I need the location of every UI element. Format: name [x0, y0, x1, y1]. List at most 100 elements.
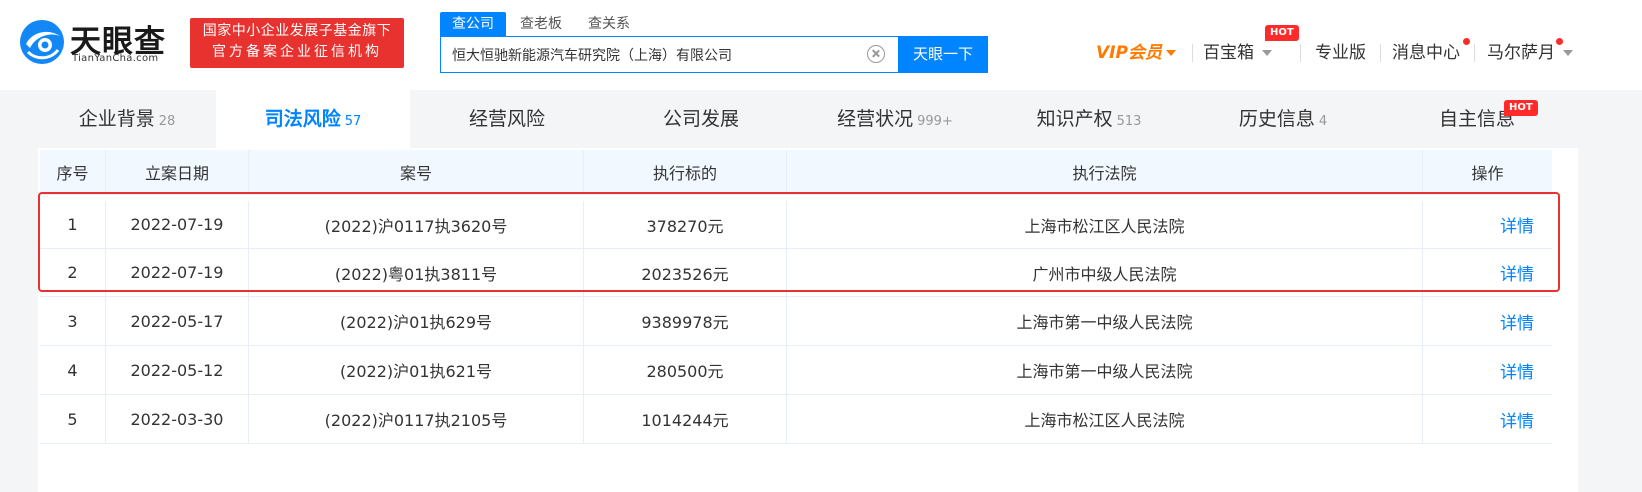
header-execution-amount: 执行标的	[584, 150, 787, 194]
clear-icon[interactable]	[867, 45, 885, 63]
tab-count: 513	[1116, 114, 1142, 129]
message-center-link[interactable]: 消息中心	[1392, 40, 1460, 66]
toolbox-menu[interactable]: 百宝箱	[1203, 40, 1272, 66]
search-tab-company[interactable]: 查公司	[440, 12, 506, 36]
search-box: 天眼一下	[440, 36, 988, 73]
logo-domain: TianYanCha.com	[72, 53, 159, 64]
hot-badge: HOT	[1265, 25, 1299, 41]
chevron-down-icon	[1165, 50, 1176, 56]
tab-judicial-risk[interactable]: 司法风险 57	[216, 90, 410, 148]
tab-count: 4	[1318, 114, 1328, 129]
cell-execution-amount: 2023526元	[584, 249, 787, 296]
cell-case-number: (2022)沪0117执3620号	[249, 201, 584, 248]
cell-executing-court: 上海市松江区人民法院	[787, 201, 1423, 248]
cell-case-number: (2022)沪0117执2105号	[249, 395, 584, 443]
nav-divider	[1192, 44, 1193, 62]
tab-label: 历史信息	[1238, 108, 1315, 130]
vip-label: VIP会员	[1096, 43, 1162, 63]
table-row: 3 2022-05-17 (2022)沪01执629号 9389978元 上海市…	[40, 297, 1552, 346]
cell-executing-court: 上海市第一中级人民法院	[787, 297, 1423, 345]
cell-filing-date: 2022-07-19	[106, 249, 249, 296]
tianyancha-eye-icon	[20, 20, 64, 64]
user-name: 马尔萨月	[1487, 43, 1555, 63]
slogan-line-2: 官方备案企业征信机构	[212, 44, 382, 60]
cell-index: 3	[40, 297, 106, 345]
cell-action: 详情	[1423, 297, 1552, 345]
nav-divider	[1380, 44, 1381, 62]
cell-filing-date: 2022-07-19	[106, 201, 249, 248]
logo[interactable]: 天眼查 TianYanCha.com	[18, 16, 178, 70]
cell-action: 详情	[1423, 346, 1552, 394]
nav-divider	[1474, 44, 1475, 62]
cell-filing-date: 2022-03-30	[106, 395, 249, 443]
tab-enterprise-background[interactable]: 企业背景 28	[38, 90, 216, 148]
nav-divider	[1300, 44, 1301, 62]
message-notification-dot	[1463, 38, 1470, 45]
cell-index: 5	[40, 395, 106, 443]
chevron-down-icon	[1262, 50, 1272, 56]
cell-execution-amount: 280500元	[584, 346, 787, 394]
tab-operation-risk[interactable]: 经营风险	[410, 90, 604, 148]
cell-case-number: (2022)沪01执629号	[249, 297, 584, 345]
top-header: 天眼查 TianYanCha.com 国家中小企业发展子基金旗下 官方备案企业征…	[0, 0, 1642, 90]
header-index: 序号	[40, 150, 106, 194]
tab-label: 公司发展	[662, 108, 739, 130]
table-row: 2 2022-07-19 (2022)粤01执3811号 2023526元 广州…	[40, 249, 1552, 297]
tab-intellectual-property[interactable]: 知识产权 513	[992, 90, 1186, 148]
table-header-row: 序号 立案日期 案号 执行标的 执行法院 操作	[40, 150, 1552, 195]
tab-self-info[interactable]: 自主信息	[1380, 90, 1574, 148]
cell-executing-court: 广州市中级人民法院	[787, 249, 1423, 296]
search-tab-boss[interactable]: 查老板	[508, 12, 574, 36]
cell-action: 详情	[1423, 249, 1552, 296]
cell-action: 详情	[1423, 201, 1552, 248]
cell-action: 详情	[1423, 395, 1552, 443]
tab-operation-status[interactable]: 经营状况 999+	[798, 90, 992, 148]
tab-label: 企业背景	[78, 108, 155, 130]
cell-filing-date: 2022-05-17	[106, 297, 249, 345]
tab-count: 999+	[917, 114, 953, 129]
chevron-down-icon	[1563, 50, 1573, 56]
cell-execution-amount: 1014244元	[584, 395, 787, 443]
detail-link[interactable]: 详情	[1500, 309, 1534, 334]
cell-case-number: (2022)沪01执621号	[249, 346, 584, 394]
vip-member-menu[interactable]: VIP会员	[1096, 40, 1176, 66]
table-row: 5 2022-03-30 (2022)沪0117执2105号 1014244元 …	[40, 395, 1552, 444]
user-notification-dot	[1556, 38, 1563, 45]
tab-history-info[interactable]: 历史信息 4	[1186, 90, 1380, 148]
main-card: 企业背景 28 司法风险 57 经营风险 公司发展 经营状况 999+ 知识产权 513…	[38, 90, 1578, 492]
cell-index: 4	[40, 346, 106, 394]
table-row: 4 2022-05-12 (2022)沪01执621号 280500元 上海市第…	[40, 346, 1552, 395]
cell-executing-court: 上海市松江区人民法院	[787, 395, 1423, 443]
cell-index: 1	[40, 201, 106, 248]
detail-link[interactable]: 详情	[1500, 358, 1534, 383]
detail-link[interactable]: 详情	[1500, 212, 1534, 237]
toolbox-label: 百宝箱	[1203, 43, 1254, 63]
slogan-banner: 国家中小企业发展子基金旗下 官方备案企业征信机构	[190, 18, 404, 68]
tab-label: 经营状况	[837, 108, 914, 130]
pro-version-link[interactable]: 专业版	[1315, 40, 1366, 66]
cell-index: 2	[40, 249, 106, 296]
cell-case-number: (2022)粤01执3811号	[249, 249, 584, 296]
search-tab-relation[interactable]: 查关系	[576, 12, 642, 36]
table-row: 1 2022-07-19 (2022)沪0117执3620号 378270元 上…	[40, 201, 1552, 249]
cell-filing-date: 2022-05-12	[106, 346, 249, 394]
search-button[interactable]: 天眼一下	[898, 36, 988, 73]
tab-label: 司法风险	[264, 108, 341, 130]
category-tabs: 企业背景 28 司法风险 57 经营风险 公司发展 经营状况 999+ 知识产权 513…	[38, 90, 1578, 148]
slogan-line-1: 国家中小企业发展子基金旗下	[202, 23, 392, 39]
tab-label: 知识产权	[1036, 108, 1113, 130]
header-case-number: 案号	[249, 150, 584, 194]
tab-count: 28	[158, 114, 176, 129]
header-filing-date: 立案日期	[106, 150, 249, 194]
search-input[interactable]	[441, 37, 899, 72]
tab-company-development[interactable]: 公司发展	[604, 90, 798, 148]
cell-execution-amount: 9389978元	[584, 297, 787, 345]
detail-link[interactable]: 详情	[1500, 407, 1534, 432]
tab-count: 57	[344, 114, 362, 129]
header-executing-court: 执行法院	[787, 150, 1423, 194]
detail-link[interactable]: 详情	[1500, 260, 1534, 285]
tab-label: 经营风险	[468, 108, 545, 130]
header-action: 操作	[1471, 164, 1504, 183]
tab-hot-badge: HOT	[1504, 100, 1538, 116]
cell-execution-amount: 378270元	[584, 201, 787, 248]
